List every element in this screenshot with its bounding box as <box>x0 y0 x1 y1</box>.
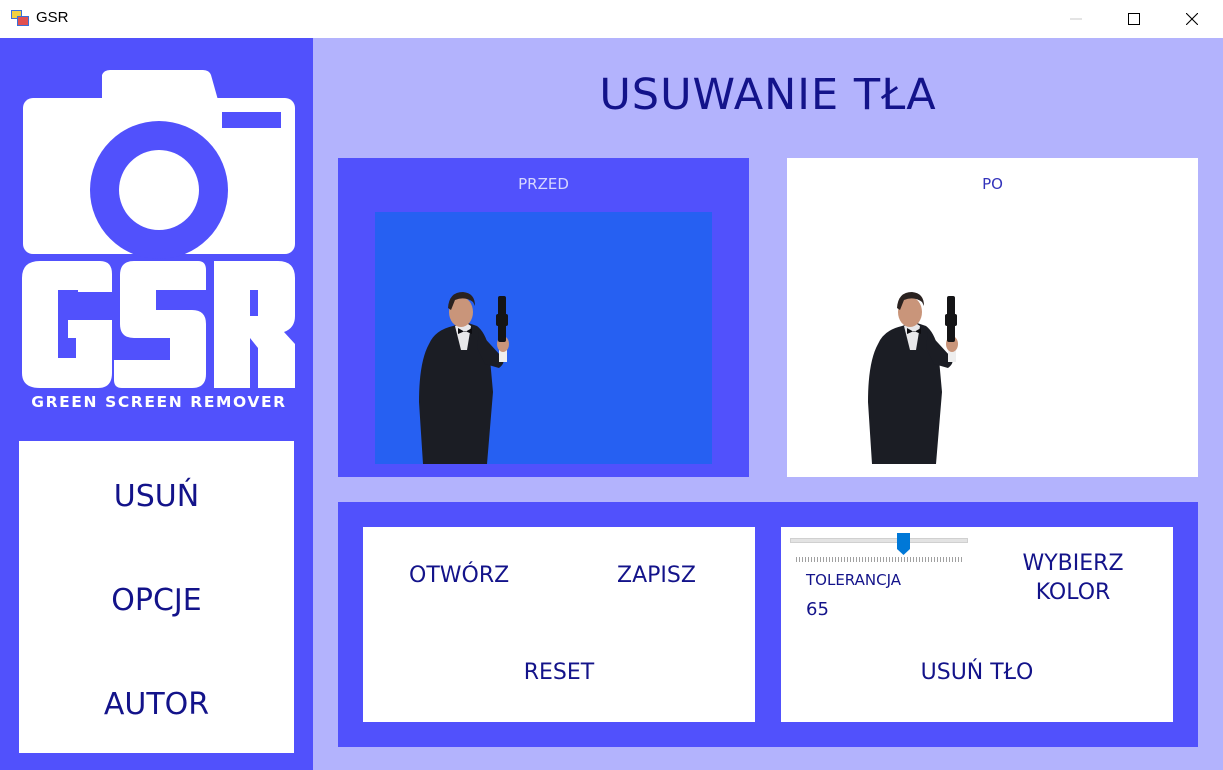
tolerance-value: 65 <box>806 599 829 620</box>
save-button[interactable]: ZAPISZ <box>617 563 696 588</box>
tolerance-label: TOLERANCJA <box>806 571 901 589</box>
main-area: USUWANIE TŁA PRZED PO OTWÓRZ ZAPISZ RESE… <box>313 38 1223 770</box>
file-controls: OTWÓRZ ZAPISZ RESET <box>363 527 755 722</box>
controls-panel: OTWÓRZ ZAPISZ RESET TOLERANCJA 65 WYBIER… <box>338 502 1198 747</box>
slider-ticks <box>796 557 962 562</box>
menu-item-opcje[interactable]: OPCJE <box>19 583 294 618</box>
after-image <box>824 212 1161 464</box>
slider-thumb[interactable] <box>897 533 910 555</box>
camera-icon <box>23 70 295 259</box>
gsr-logo <box>22 70 295 388</box>
before-panel: PRZED <box>338 158 749 477</box>
maximize-button[interactable] <box>1105 0 1163 38</box>
before-image <box>375 212 712 464</box>
person-figure <box>419 292 509 464</box>
open-button[interactable]: OTWÓRZ <box>409 563 509 588</box>
close-button[interactable] <box>1163 0 1221 38</box>
page-title: USUWANIE TŁA <box>313 70 1223 120</box>
minimize-icon <box>1070 18 1082 20</box>
after-label: PO <box>982 175 1003 193</box>
app-icon <box>11 10 29 26</box>
close-icon <box>1186 13 1198 25</box>
menu-item-usun[interactable]: USUŃ <box>19 479 294 514</box>
person-figure <box>868 292 958 464</box>
choose-color-line2: KOLOR <box>1035 580 1111 605</box>
remove-background-button[interactable]: USUŃ TŁO <box>781 660 1173 685</box>
tolerance-slider[interactable] <box>790 533 970 563</box>
logo-letters <box>22 261 295 388</box>
sidebar: GREEN SCREEN REMOVER USUŃ OPCJE AUTOR <box>0 38 313 770</box>
page-title-text: USUWANIE TŁA <box>599 70 937 120</box>
maximize-icon <box>1128 13 1140 25</box>
title-bar: GSR <box>0 0 1223 38</box>
after-panel: PO <box>787 158 1198 477</box>
reset-button[interactable]: RESET <box>363 660 755 685</box>
removal-controls: TOLERANCJA 65 WYBIERZ KOLOR USUŃ TŁO <box>781 527 1173 722</box>
before-label: PRZED <box>518 175 569 193</box>
choose-color-button[interactable]: WYBIERZ KOLOR <box>1017 549 1129 607</box>
sidebar-menu: USUŃ OPCJE AUTOR <box>19 441 294 753</box>
choose-color-line1: WYBIERZ <box>1022 551 1124 576</box>
logo-tagline: GREEN SCREEN REMOVER <box>31 393 287 411</box>
menu-item-autor[interactable]: AUTOR <box>19 687 294 722</box>
slider-track <box>790 538 968 543</box>
minimize-button[interactable] <box>1047 0 1105 38</box>
window-title: GSR <box>36 9 69 26</box>
